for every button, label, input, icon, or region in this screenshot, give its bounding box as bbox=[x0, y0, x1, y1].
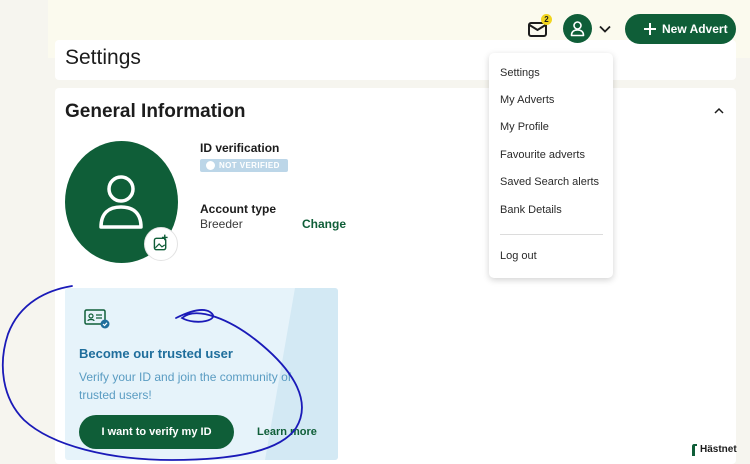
settings-title: Settings bbox=[65, 46, 141, 69]
menu-item-bank-details[interactable]: Bank Details bbox=[500, 204, 562, 216]
menu-item-my-profile[interactable]: My Profile bbox=[500, 121, 549, 133]
settings-section: Settings bbox=[55, 40, 736, 80]
menu-item-settings[interactable]: Settings bbox=[500, 67, 540, 79]
status-badge: NOT VERIFIED bbox=[200, 159, 288, 172]
notification-badge: 2 bbox=[541, 14, 552, 25]
trusted-user-title: Become our trusted user bbox=[79, 346, 233, 361]
general-information-card: General Information ID verification NOT … bbox=[55, 88, 736, 464]
chevron-up-icon[interactable] bbox=[712, 104, 726, 118]
logo-mark-icon bbox=[692, 444, 697, 456]
new-advert-button[interactable]: New Advert bbox=[625, 14, 736, 44]
menu-divider bbox=[500, 234, 603, 235]
chevron-down-icon[interactable] bbox=[598, 22, 612, 36]
account-menu-button[interactable] bbox=[563, 14, 592, 43]
status-badge-text: NOT VERIFIED bbox=[219, 161, 280, 170]
learn-more-link[interactable]: Learn more bbox=[257, 426, 317, 438]
change-photo-button[interactable] bbox=[144, 227, 178, 261]
account-type-label: Account type bbox=[200, 202, 277, 216]
verify-id-button[interactable]: I want to verify my ID bbox=[79, 415, 234, 449]
account-type-value: Breeder bbox=[200, 217, 243, 231]
menu-item-log-out[interactable]: Log out bbox=[500, 250, 537, 262]
trusted-user-card: Become our trusted user Verify your ID a… bbox=[65, 288, 338, 460]
brand-name: Hästnet bbox=[700, 444, 737, 455]
new-advert-label: New Advert bbox=[662, 22, 728, 36]
change-account-type-link[interactable]: Change bbox=[302, 217, 346, 231]
general-information-title: General Information bbox=[65, 101, 246, 122]
trusted-user-description: Verify your ID and join the community of… bbox=[79, 370, 292, 402]
image-add-icon bbox=[153, 234, 168, 251]
user-dropdown-menu: Settings My Adverts My Profile Favourite… bbox=[489, 53, 613, 278]
menu-item-my-adverts[interactable]: My Adverts bbox=[500, 94, 554, 106]
brand-logo: Hästnet bbox=[691, 443, 737, 457]
plus-icon bbox=[644, 23, 656, 35]
status-dot-icon bbox=[206, 161, 215, 170]
user-icon bbox=[570, 21, 585, 37]
menu-item-favourite-adverts[interactable]: Favourite adverts bbox=[500, 149, 585, 161]
id-card-icon bbox=[84, 309, 110, 329]
id-verification-label: ID verification bbox=[200, 141, 280, 155]
menu-item-saved-search-alerts[interactable]: Saved Search alerts bbox=[500, 176, 599, 188]
